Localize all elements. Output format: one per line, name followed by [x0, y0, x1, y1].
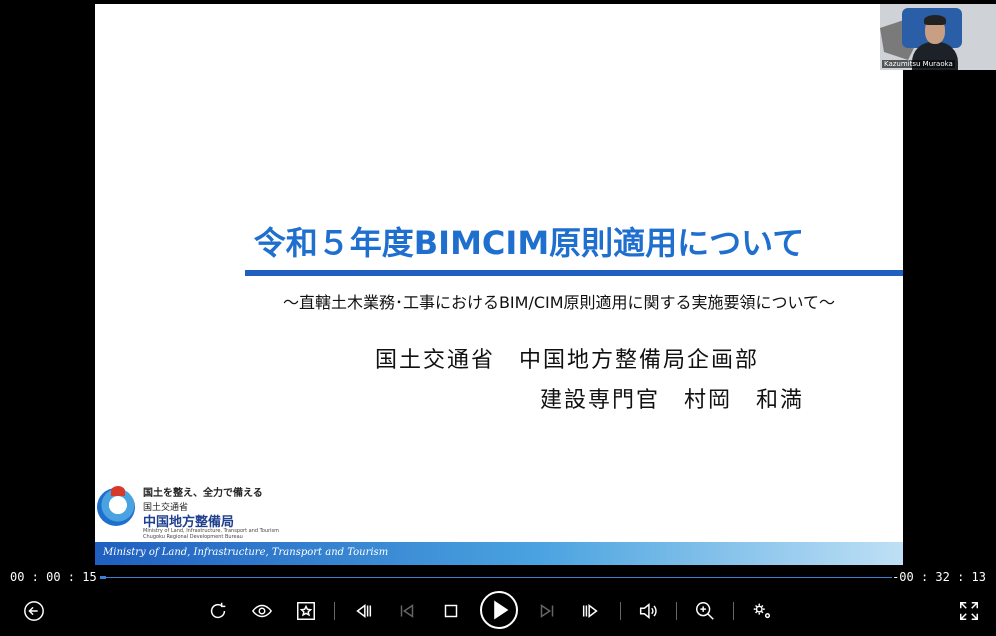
play-icon [480, 591, 518, 629]
step-back-icon [356, 604, 372, 618]
remaining-time: -00 : 32 : 13 [892, 570, 986, 584]
presenter-line: 建設専門官 村岡 和満 [540, 388, 805, 413]
view-button[interactable] [249, 598, 275, 624]
step-forward-button[interactable] [578, 598, 604, 624]
rotate-icon [210, 602, 226, 619]
zoom-in-button[interactable] [692, 598, 718, 624]
settings-button[interactable] [749, 598, 775, 624]
slide-subtitle: ～直轄土木業務･工事におけるBIM/CIM原則適用に関する実施要領について～ [282, 293, 836, 312]
emblem-sun-icon [111, 486, 125, 496]
elapsed-time: 00 : 00 : 15 [10, 570, 97, 584]
seek-bar[interactable] [100, 576, 892, 579]
logo-english-bureau: Chugoku Regional Development Bureau [143, 534, 243, 540]
separator [733, 602, 734, 620]
footer-text: Ministry of Land, Infrastructure, Transp… [103, 547, 389, 558]
title-rule [245, 270, 903, 276]
rotate-button[interactable] [205, 598, 231, 624]
volume-button[interactable] [635, 598, 661, 624]
presenter-hair [924, 15, 946, 25]
stop-icon [444, 604, 458, 618]
separator [620, 602, 621, 620]
back-button[interactable] [21, 598, 47, 624]
step-back-button[interactable] [350, 598, 376, 624]
back-icon [24, 601, 44, 621]
ministry-logo: 国土を整え、全力で備える 国土交通省 中国地方整備局 Ministry of L… [95, 474, 395, 542]
play-button[interactable] [480, 591, 518, 629]
skip-end-button[interactable] [534, 598, 560, 624]
settings-icon [753, 603, 771, 619]
zoom-in-icon [696, 602, 714, 620]
skip-end-icon [540, 604, 554, 618]
webcam-thumbnail[interactable]: Kazumitsu Muraoka [880, 4, 996, 70]
eye-icon [251, 604, 273, 618]
presentation-slide: 令和５年度BIMCIM原則適用について ～直轄土木業務･工事におけるBIM/CI… [95, 4, 903, 565]
volume-icon [639, 603, 657, 619]
organization-line: 国土交通省 中国地方整備局企画部 [375, 348, 760, 373]
skip-start-button[interactable] [394, 598, 420, 624]
fullscreen-icon [960, 602, 978, 620]
step-forward-icon [582, 604, 598, 618]
progress-row: 00 : 00 : 15 -00 : 32 : 13 [0, 568, 996, 586]
logo-slogan: 国土を整え、全力で備える [143, 488, 263, 499]
stop-button[interactable] [438, 598, 464, 624]
skip-start-icon [400, 604, 414, 618]
separator [676, 602, 677, 620]
star-icon [297, 602, 315, 620]
seek-bar-fill [100, 576, 107, 579]
bookmark-button[interactable] [293, 598, 319, 624]
slide-title: 令和５年度BIMCIM原則適用について [253, 224, 805, 262]
separator [334, 602, 335, 620]
fullscreen-button[interactable] [956, 598, 982, 624]
webcam-name-label: Kazumitsu Muraoka [882, 60, 955, 68]
player-controls [0, 588, 996, 636]
slide-footer-band: Ministry of Land, Infrastructure, Transp… [95, 542, 903, 565]
